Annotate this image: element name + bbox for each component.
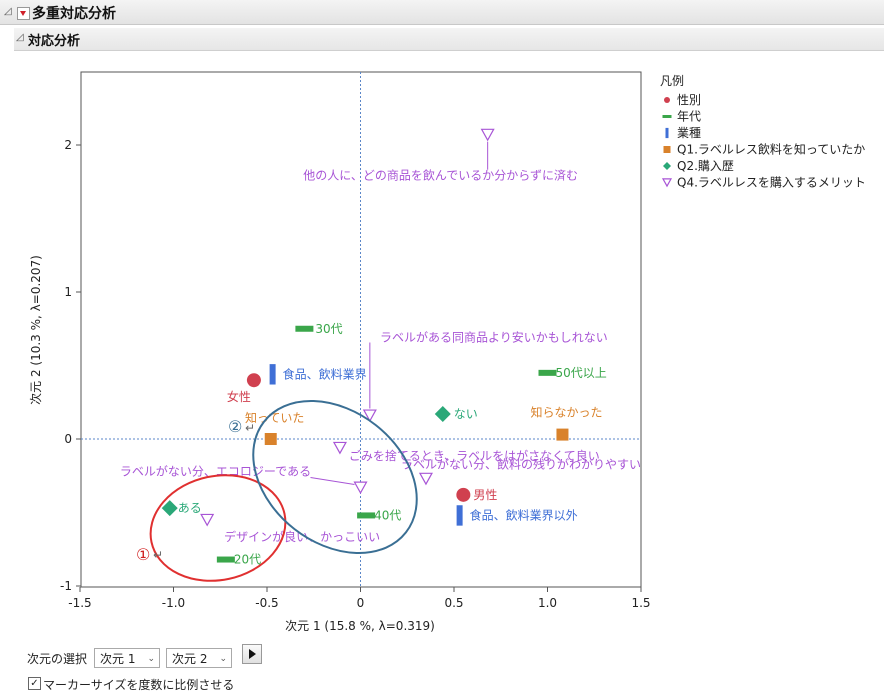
legend-marker bbox=[661, 178, 673, 188]
x-tick-label: 1.0 bbox=[538, 596, 557, 610]
x-axis-label: 次元 1 (15.8 %, λ=0.319) bbox=[285, 619, 435, 633]
dimension-select-label: 次元の選択 bbox=[27, 652, 88, 666]
point-label: 50代以上 bbox=[556, 366, 607, 380]
point-label: 女性 bbox=[227, 389, 251, 404]
point-label: 40代 bbox=[374, 508, 401, 522]
legend-entry: 性別 bbox=[677, 93, 701, 107]
point-marker bbox=[357, 512, 376, 519]
legend-entry: 業種 bbox=[677, 126, 701, 140]
point-marker bbox=[456, 487, 471, 502]
chevron-down-icon: ⌄ bbox=[147, 654, 155, 664]
correspondence-plot: 次元 2 (10.3 %, λ=0.207) 次元 1 (15.8 %, λ=0… bbox=[29, 71, 866, 633]
y-tick-label: -1 bbox=[60, 579, 72, 593]
point-label: 30代 bbox=[315, 322, 342, 336]
point-marker bbox=[269, 364, 276, 385]
y-axis-label: 次元 2 (10.3 %, λ=0.207) bbox=[29, 255, 43, 405]
return-arrow-icon: ↵ bbox=[245, 421, 255, 435]
x-tick-label: -1.5 bbox=[68, 596, 91, 610]
point-marker bbox=[538, 369, 557, 376]
legend-entry: Q2.購入歴 bbox=[677, 159, 734, 173]
point-label: ラベルがある同商品より安いかもしれない bbox=[380, 329, 608, 344]
x-tick-label: -0.5 bbox=[255, 596, 278, 610]
cluster-1-number: ① bbox=[136, 545, 150, 564]
point-marker bbox=[264, 433, 277, 445]
point-marker bbox=[246, 373, 261, 388]
point-label: 20代 bbox=[234, 553, 261, 567]
legend-marker bbox=[665, 127, 669, 139]
x-tick-label: 0.5 bbox=[444, 596, 463, 610]
cluster-2-number: ② bbox=[228, 417, 242, 436]
point-label: 他の人に、どの商品を飲んでいるか分からずに済む bbox=[303, 168, 578, 183]
legend-marker bbox=[664, 97, 670, 103]
point-label: ラベルがない分、飲料の残りがわかりやすい bbox=[401, 457, 641, 472]
dimension-1-select[interactable]: 次元 1 ⌄ bbox=[94, 648, 160, 668]
y-tick-label: 1 bbox=[64, 285, 72, 299]
point-marker bbox=[216, 556, 235, 563]
point-label: ある bbox=[178, 501, 202, 515]
apply-arrow-button[interactable] bbox=[242, 644, 262, 664]
x-tick-label: 1.5 bbox=[631, 596, 650, 610]
legend-marker bbox=[662, 115, 672, 118]
point-marker bbox=[456, 505, 463, 526]
point-label: 食品、飲料業界 bbox=[283, 366, 367, 381]
point-marker bbox=[295, 325, 314, 332]
legend-marker bbox=[663, 162, 671, 170]
legend-title: 凡例 bbox=[660, 74, 684, 88]
point-marker bbox=[556, 428, 569, 441]
point-label: 男性 bbox=[473, 488, 497, 502]
point-label: 食品、飲料業界以外 bbox=[470, 507, 578, 522]
legend-entry: 年代 bbox=[677, 110, 701, 124]
marker-size-label: マーカーサイズを度数に比例させる bbox=[43, 678, 235, 692]
x-tick-label: 0 bbox=[357, 596, 365, 610]
dimension-2-select[interactable]: 次元 2 ⌄ bbox=[166, 648, 232, 668]
marker-size-checkbox[interactable]: ✓ bbox=[28, 677, 41, 690]
point-label: 知らなかった bbox=[530, 406, 602, 420]
legend-entry: Q1.ラベルレス飲料を知っていたか bbox=[677, 142, 865, 157]
y-tick-label: 0 bbox=[64, 432, 72, 446]
point-label: ない bbox=[454, 407, 478, 421]
point-label: デザインが良い、かっこいい bbox=[224, 529, 380, 544]
legend-marker bbox=[663, 146, 671, 153]
return-arrow-icon: ↵ bbox=[153, 548, 163, 562]
legend-entry: Q4.ラベルレスを購入するメリット bbox=[677, 176, 866, 190]
y-tick-label: 2 bbox=[64, 138, 72, 152]
chevron-down-icon: ⌄ bbox=[219, 654, 227, 664]
x-tick-label: -1.0 bbox=[162, 596, 185, 610]
